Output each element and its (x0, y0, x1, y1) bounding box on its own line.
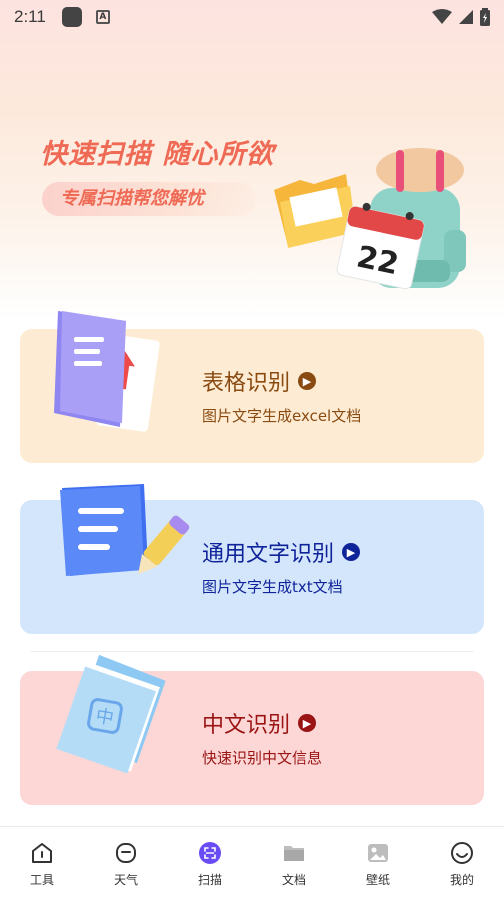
nav-label: 我的 (449, 873, 474, 887)
card-subtitle: 图片文字生成excel文档 (202, 407, 362, 425)
nav-weather[interactable]: 天气 (84, 827, 168, 897)
table-document-illustration-icon (54, 311, 160, 432)
bottom-navigation: 工具 天气 扫描 文档 壁纸 我的 (0, 826, 504, 897)
folder-icon (284, 846, 304, 861)
smiley-icon (451, 842, 473, 864)
banner-subtitle: 专属扫描帮您解忧 (42, 182, 256, 216)
notification-icon (61, 7, 82, 27)
home-icon (32, 843, 52, 863)
banner-illustration: 22 (274, 148, 466, 290)
nav-documents[interactable]: 文档 (252, 827, 336, 897)
chevron-right-icon: ▶ (298, 372, 317, 390)
nav-label: 壁纸 (365, 873, 390, 887)
card-title: 表格识别 (202, 371, 291, 396)
chinese-recognition-card[interactable]: 中 中文识别 ▶ 快速识别中文信息 (20, 654, 484, 805)
nav-profile[interactable]: 我的 (420, 827, 504, 897)
status-bar: 2:11 A (0, 0, 504, 34)
card-subtitle: 快速识别中文信息 (202, 749, 323, 767)
nav-label: 工具 (29, 873, 54, 887)
chinese-book-illustration-icon: 中 (56, 654, 166, 774)
nav-wallpaper[interactable]: 壁纸 (336, 827, 420, 897)
card-title: 中文识别 (202, 713, 291, 738)
notepad-pencil-illustration-icon (60, 484, 190, 576)
scan-icon (199, 842, 221, 864)
chinese-char: 中 (94, 706, 115, 730)
nav-label: 天气 (113, 873, 138, 887)
banner-title: 快速扫描 随心所欲 (40, 139, 275, 170)
card-title: 通用文字识别 (202, 542, 335, 567)
table-recognition-card[interactable]: 表格识别 ▶ 图片文字生成excel文档 (20, 311, 484, 463)
image-icon (368, 844, 388, 862)
chevron-right-icon: ▶ (342, 543, 361, 561)
wifi-icon (432, 9, 452, 24)
keyboard-a-icon: A (95, 10, 110, 24)
status-time: 2:11 (14, 7, 46, 26)
card-subtitle: 图片文字生成txt文档 (202, 578, 343, 596)
nav-label: 文档 (281, 873, 306, 887)
general-text-recognition-card[interactable]: 通用文字识别 ▶ 图片文字生成txt文档 (20, 484, 484, 634)
battery-icon (480, 8, 490, 26)
chevron-right-icon: ▶ (298, 714, 317, 732)
weather-icon (116, 843, 136, 863)
signal-icon (459, 10, 473, 24)
nav-tools[interactable]: 工具 (0, 827, 84, 897)
nav-scan[interactable]: 扫描 (168, 827, 252, 897)
nav-label: 扫描 (197, 873, 222, 887)
